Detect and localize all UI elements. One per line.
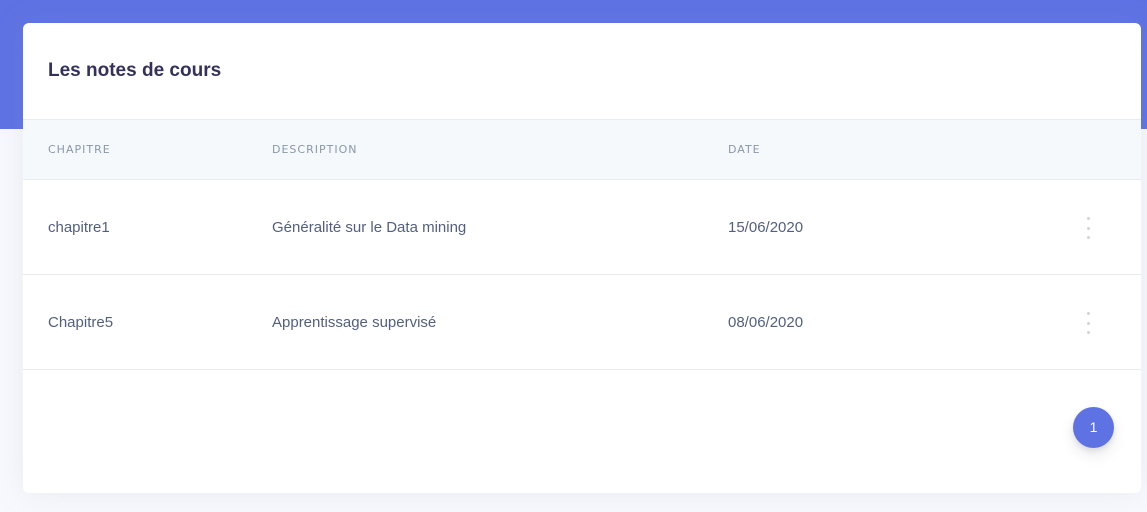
vertical-ellipsis-icon[interactable] [1080, 312, 1096, 334]
column-header-date: DATE [728, 143, 761, 156]
cell-date: 08/06/2020 [728, 314, 804, 331]
ellipsis-dot [1086, 321, 1090, 325]
ellipsis-dot [1086, 312, 1090, 315]
ellipsis-dot [1086, 226, 1090, 230]
ellipsis-dot [1086, 236, 1090, 239]
vertical-ellipsis-icon[interactable] [1080, 217, 1096, 239]
cell-date: 15/06/2020 [728, 219, 804, 236]
cell-chapitre: Chapitre5 [48, 314, 114, 331]
table-row: Chapitre5 Apprentissage supervisé 08/06/… [23, 275, 1141, 370]
ellipsis-dot [1086, 217, 1090, 220]
card-header: Les notes de cours [23, 23, 1141, 120]
cell-chapitre: chapitre1 [48, 219, 110, 236]
cell-description: Généralité sur le Data mining [272, 219, 467, 236]
table-row: chapitre1 Généralité sur le Data mining … [23, 180, 1141, 275]
card-title: Les notes de cours [48, 60, 222, 81]
column-header-description: DESCRIPTION [272, 143, 358, 156]
cell-description: Apprentissage supervisé [272, 314, 437, 331]
pagination-page-button[interactable]: 1 [1073, 407, 1114, 448]
table-header-row: CHAPITRE DESCRIPTION DATE [23, 120, 1141, 180]
course-notes-card: Les notes de cours CHAPITRE DESCRIPTION … [23, 23, 1141, 493]
ellipsis-dot [1086, 331, 1090, 334]
column-header-chapitre: CHAPITRE [48, 143, 111, 156]
